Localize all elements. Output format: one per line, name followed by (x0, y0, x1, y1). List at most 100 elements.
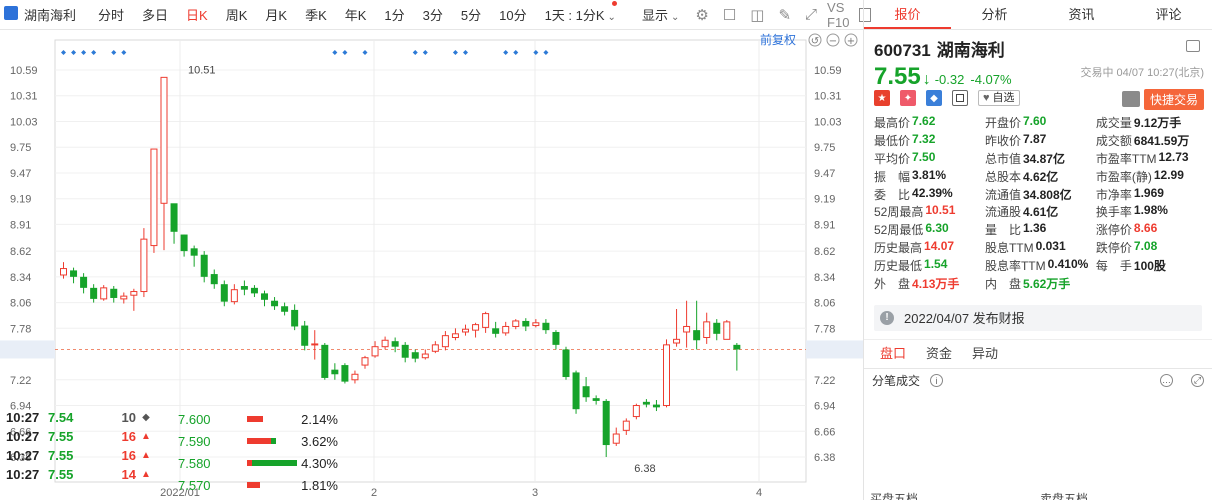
period-tab-7[interactable]: 1分 (375, 5, 413, 24)
y-tick-label-right: 7.22 (814, 375, 835, 387)
trades-header: 分笔成交 i … ⤢ (864, 369, 1212, 393)
candle-body (391, 341, 399, 347)
sub-tab-1[interactable]: 资金 (916, 340, 962, 368)
quote-tab-3[interactable]: 评论 (1125, 0, 1212, 29)
period-tab-0[interactable]: 分时 (89, 5, 133, 24)
period-tab-6[interactable]: 年K (336, 5, 376, 24)
add-watchlist-button[interactable]: ♥ 自选 (978, 90, 1020, 106)
stat-value: 5.62万手 (1022, 277, 1071, 292)
china-flag-icon[interactable]: ★ (874, 90, 890, 106)
y-tick-label-left: 10.59 (10, 65, 38, 77)
tag-icon[interactable]: ◆ (926, 90, 942, 106)
event-marker-icon (452, 50, 458, 55)
vs-f10-button[interactable]: VS F10 (824, 0, 852, 30)
stats-row: 外 盘 4.13万手内 盘 5.62万手 (874, 275, 1202, 293)
menu-icon[interactable] (1186, 40, 1200, 52)
stock-title-tab[interactable]: 湖南海利 (0, 5, 85, 24)
candle-body (70, 270, 78, 277)
pin-icon[interactable]: ✦ (900, 90, 916, 106)
stat-label: 最高价 (874, 116, 911, 130)
depth-price: 7.570 (178, 477, 211, 493)
period-tab-5[interactable]: 季K (296, 5, 336, 24)
settings-icon[interactable]: ⚙ (695, 6, 708, 24)
candle-body (110, 288, 118, 298)
zoom-out-icon-glyph: − (829, 36, 837, 47)
stat-label: 换手率 (1095, 205, 1132, 220)
chart-toolbar: 湖南海利 分时 多日 日K 周K 月K 季K 年K 1分 3分 5分 10分 1天 : 1分K ⌄ 显示 ⌄ ⚙… (0, 0, 872, 30)
stat-value: 7.32 (912, 131, 936, 146)
stat-label: 跌停价 (1095, 241, 1132, 256)
event-marker-icon (61, 50, 66, 55)
quote-tab-2[interactable]: 资讯 (1038, 0, 1125, 29)
expand-icon[interactable]: ⤢ (1191, 373, 1204, 387)
depth-bar-red (246, 416, 263, 422)
period-tab-9[interactable]: 5分 (452, 5, 490, 24)
low-price-label: 6.38 (634, 463, 655, 475)
stat-cell: 成交量 9.12万手 (1096, 114, 1202, 132)
candle-body (522, 320, 530, 327)
sub-tab-0[interactable]: 盘口 (870, 340, 916, 368)
stat-label: 市盈率(静) (1095, 169, 1152, 184)
edit-icon[interactable]: ✎ (778, 6, 791, 24)
period-tab-3[interactable]: 周K (217, 5, 257, 24)
trade-direction-icon: ▲ (141, 469, 151, 480)
y-tick-label-left: 8.62 (10, 246, 31, 258)
current-price-tag-right (806, 340, 863, 359)
stats-grid: 最高价 7.62 开盘价 7.60 成交量 9.12万手 最低价 7.32 昨收价 7.87 成交额… (864, 110, 1212, 293)
stat-cell (1096, 275, 1202, 293)
depth-row: 7.590 3.62% (178, 430, 338, 452)
quote-panel: 报价 分析 资讯 评论 600731 湖南海利 7.55 ↓ -0.32 -4.07% … (863, 0, 1212, 500)
stat-cell: 平均价 7.50 (874, 150, 985, 168)
stat-label: 振 幅 (874, 169, 911, 184)
fuquan-toggle[interactable]: 前复权 (760, 32, 796, 47)
candle-body (703, 321, 711, 338)
event-marker-icon (91, 50, 97, 55)
trade-price: 7.54 (48, 410, 74, 425)
stat-cell: 量 比 1.36 (985, 221, 1096, 239)
event-marker-icon (362, 50, 368, 55)
period-tab-11[interactable]: 1天 : 1分K ⌄ (536, 1, 625, 24)
announcement-bar[interactable]: ! 2022/04/07 发布财报 (874, 304, 1202, 331)
candle-body (632, 405, 640, 418)
camera-icon[interactable]: ◫ (750, 6, 764, 24)
period-tab-1[interactable]: 多日 (133, 5, 177, 24)
quote-tab-0[interactable]: 报价 (864, 0, 951, 29)
candle-body (160, 76, 168, 204)
display-dropdown[interactable]: 显示 ⌄ (633, 5, 688, 24)
period-tab-2[interactable]: 日K (177, 5, 217, 24)
depth-bar (246, 460, 300, 466)
quick-trade-button[interactable]: 快捷交易 (1143, 89, 1204, 110)
period-tab-10[interactable]: 10分 (490, 5, 535, 24)
x-tick-label: 2 (371, 487, 377, 499)
quote-tab-1[interactable]: 分析 (951, 0, 1038, 29)
period-tab-8[interactable]: 3分 (414, 5, 452, 24)
candle-body (462, 328, 469, 333)
y-tick-label-right: 9.19 (814, 194, 835, 206)
app-root: 湖南海利 分时 多日 日K 周K 月K 季K 年K 1分 3分 5分 10分 1天 : 1分K ⌄ 显示 ⌄ ⚙… (0, 0, 1212, 500)
candle-body (552, 331, 560, 345)
stats-row: 委 比 42.39% 流通值 34.808亿 市净率 1.969 (874, 186, 1202, 204)
stat-cell: 流通股 4.61亿 (985, 203, 1096, 221)
candle-body (341, 365, 349, 382)
depth-price: 7.590 (178, 433, 211, 449)
stat-value: 34.808亿 (1022, 187, 1072, 202)
y-tick-label-right: 6.38 (814, 452, 835, 464)
more-icon[interactable]: … (1160, 373, 1173, 387)
document-icon[interactable] (952, 90, 968, 106)
depth-bar (246, 416, 300, 422)
checkbox-icon[interactable]: ☐ (723, 6, 736, 24)
y-tick-label-right: 10.59 (814, 65, 842, 77)
bell-icon[interactable] (1122, 91, 1140, 107)
info-icon[interactable]: i (930, 374, 944, 388)
stat-label: 历史最低 (874, 259, 923, 274)
sub-tab-2[interactable]: 异动 (962, 340, 1008, 368)
candle-body (120, 295, 128, 300)
fullscreen-icon[interactable]: ⤢ (805, 6, 817, 24)
x-tick-label: 3 (532, 487, 538, 499)
trades-title: 分笔成交 (872, 374, 921, 389)
candle-body (451, 333, 459, 338)
stat-cell: 市盈率TTM 12.73 (1096, 150, 1202, 168)
depth-price: 7.580 (178, 455, 211, 471)
candle-body (542, 322, 550, 331)
period-tab-4[interactable]: 月K (256, 5, 296, 24)
